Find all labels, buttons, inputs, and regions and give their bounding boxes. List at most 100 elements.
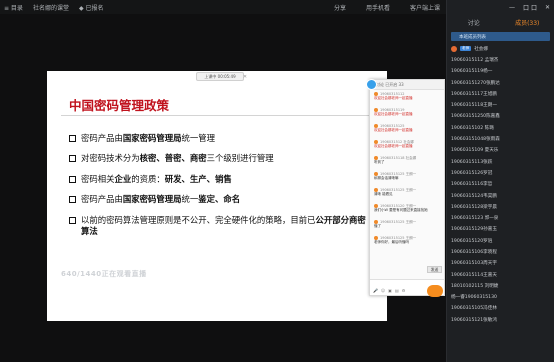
member-item[interactable]: 19060315106李晓程: [447, 246, 554, 257]
teacher-name: 社会娜: [474, 46, 488, 52]
chat-text: 听到了: [374, 160, 385, 165]
bullet-text: 国家密码管理局: [122, 194, 182, 205]
member-item[interactable]: 19060315103周天宇: [447, 258, 554, 269]
chat-message: 19060315112 欢迎社会娜老师一起直播: [374, 92, 442, 106]
client-class-button[interactable]: 客户端上课: [410, 3, 440, 12]
chat-message: 19060315125 王朗一 懂了: [374, 220, 442, 234]
slide-bullet: 对密码技术分为核密、普密、商密三个级别进行管理: [69, 153, 369, 164]
member-item[interactable]: 19060315119杨一: [447, 66, 554, 77]
member-item[interactable]: 19060315123 郭一泉: [447, 212, 554, 223]
teacher-badge: 老师: [460, 46, 472, 52]
microphone-icon[interactable]: 🎤: [373, 288, 378, 293]
slide-bullet: 密码产品由国家密码管理局统一管理: [69, 133, 369, 144]
live-status-control[interactable]: 上课中 00:05:49: [196, 72, 244, 81]
chat-message: 19060315125 欢迎社会娜老师一起直播: [374, 124, 442, 138]
chat-message: 19060315125 王朗一 私聊会话清晰嘛: [374, 172, 442, 186]
member-item[interactable]: 190603151270张鹏达: [447, 77, 554, 88]
member-item[interactable]: 19060315102 陈璐: [447, 122, 554, 133]
close-window-icon[interactable]: ✕: [545, 4, 550, 11]
bullet-text: 的资质：: [131, 173, 165, 184]
member-item[interactable]: 19060315129孙嘉玉: [447, 224, 554, 235]
bullet-text: 研发、生产、销售: [164, 173, 232, 184]
slide-bullet: 密码产品由国家密码管理局统一鉴定、命名: [69, 194, 369, 205]
close-icon[interactable]: ✕: [242, 74, 248, 80]
chat-text: 欢迎社会娜老师一起直播: [374, 144, 413, 149]
minimize-icon[interactable]: —: [509, 4, 515, 11]
mobile-watch-button[interactable]: 用手机看: [366, 3, 390, 12]
sidebar-tabs: 讨论 成员(33): [447, 14, 554, 30]
bullet-text: 统一管理: [181, 133, 216, 143]
member-item[interactable]: 19060315114王嘉天: [447, 269, 554, 280]
chat-message: 19060315119 欢迎社会娜老师一起直播: [374, 108, 442, 122]
app-window: ≡ 目录 社名娜的课堂 ◆ 已报名 分享 用手机看 客户端上课 中国密码管理政策…: [0, 0, 554, 362]
member-item[interactable]: 19060315117王旭鹏: [447, 88, 554, 99]
slide-bullet: 密码相关企业的资质：研发、生产、销售: [69, 174, 369, 185]
image-icon[interactable]: ▣: [388, 288, 392, 293]
bullet-text: 三个级别进行管理: [206, 153, 274, 164]
chat-text: 我们小W 要是有问题过来直接找她: [374, 208, 428, 213]
chat-messages: 19060315112 欢迎社会娜老师一起直播 19060315119 欢迎社会娜老师…: [370, 92, 444, 250]
member-item[interactable]: 19060315118王朗一: [447, 99, 554, 110]
bullet-text: 企业: [114, 173, 132, 184]
chat-avatar-icon[interactable]: [366, 79, 377, 90]
member-item[interactable]: 19060315126罗冠: [447, 167, 554, 178]
top-bar: ≡ 目录 社名娜的课堂 ◆ 已报名 分享 用手机看 客户端上课: [0, 0, 446, 14]
raise-hand-button[interactable]: [427, 285, 443, 297]
member-item[interactable]: 19060315105冯佳林: [447, 303, 554, 314]
enrolled-badge: ◆ 已报名: [78, 4, 104, 12]
restore-icon[interactable]: 口 口: [523, 3, 537, 12]
chat-message: 19060315125 王朗一 老师你好，最后听懂吗: [374, 236, 442, 250]
bullet-text: 以前的密码算法管理原则是不公开、完全硬件化的策略，目前已: [81, 214, 316, 225]
settings-icon[interactable]: ⚙: [402, 288, 406, 293]
member-list: 19060315112 孟瑞杰 19060315119杨一 190603151270…: [447, 54, 554, 325]
emoji-icon[interactable]: ☺: [381, 288, 385, 293]
bullet-text: 对密码技术分为: [81, 153, 140, 164]
member-item[interactable]: 19060315113张跃: [447, 156, 554, 167]
member-item[interactable]: 19060315112 孟瑞杰: [447, 54, 554, 65]
bullet-text: 鉴定、命名: [198, 194, 241, 205]
member-item[interactable]: 18010102115 刘明婕: [447, 280, 554, 291]
chat-panel: 讨论 已开启 33 19060315112 欢迎社会娜老师一起直播 19060315…: [369, 79, 445, 296]
member-list-notice: 本班成员列表: [451, 32, 550, 41]
member-item[interactable]: 190603151250陈嘉鑫: [447, 111, 554, 122]
member-item[interactable]: 19060315120罗逍: [447, 235, 554, 246]
chat-message: 1906031512 社会娜 欢迎社会娜老师一起直播: [374, 140, 442, 154]
sender-name: 19060315125 王朗一: [380, 220, 417, 224]
bullet-text: 国家密码管理局: [122, 133, 182, 143]
member-item[interactable]: 19060315116李哲: [447, 179, 554, 190]
bullet-text: 密码产品由: [81, 194, 123, 205]
avatar: [451, 45, 457, 52]
file-icon[interactable]: ▤: [395, 288, 399, 293]
chat-header: 讨论 已开启 33: [370, 80, 444, 90]
window-controls: — 口 口 ✕: [447, 0, 554, 14]
chat-text: 欢迎社会娜老师一起直播: [374, 96, 413, 101]
slide-divider: [61, 115, 375, 116]
right-sidebar: — 口 口 ✕ 讨论 成员(33) 本班成员列表 老师 社会娜 19060315…: [446, 0, 554, 362]
slide-title: 中国密码管理政策: [69, 98, 170, 113]
tab-discuss[interactable]: 讨论: [447, 18, 501, 27]
member-item[interactable]: 19060315121张敏鸿: [447, 314, 554, 325]
member-item[interactable]: 19060315128梁宇晨: [447, 201, 554, 212]
chat-text: 清晰 能看见: [374, 192, 393, 197]
chat-message: 19060315120 王朗一 我们小W 要是有问题过来直接找她: [374, 204, 442, 218]
member-item[interactable]: 19060315109 夏天乐: [447, 145, 554, 156]
teacher-item[interactable]: 老师 社会娜: [447, 43, 554, 54]
bullet-text: 核密、普密、商密: [139, 153, 207, 164]
chat-text: 懂了: [374, 224, 381, 229]
bullet-text: 统一: [181, 194, 199, 205]
member-item[interactable]: 杨一睿19060315130: [447, 292, 554, 303]
member-item[interactable]: 19060315124韦昊鹏: [447, 190, 554, 201]
presentation-slide: 中国密码管理政策 密码产品由国家密码管理局统一管理 对密码技术分为核密、普密、商密…: [47, 71, 387, 321]
share-button[interactable]: 分享: [334, 3, 346, 12]
sender-name: 19060315118 社会娜: [380, 156, 417, 160]
chat-text: 欢迎社会娜老师一起直播: [374, 112, 413, 117]
send-button[interactable]: 发送: [427, 266, 442, 273]
bullet-text: 密码产品由: [81, 133, 123, 143]
catalog-button[interactable]: ≡ 目录: [4, 3, 23, 12]
member-item[interactable]: 190603151048张雨森: [447, 133, 554, 144]
chat-text: 欢迎社会娜老师一起直播: [374, 128, 413, 133]
course-title: 社名娜的课堂: [32, 4, 69, 12]
slide-bullet: 以前的密码算法管理原则是不公开、完全硬件化的策略，目前已公开部分商密算法: [69, 215, 369, 237]
slide-bullets: 密码产品由国家密码管理局统一管理 对密码技术分为核密、普密、商密三个级别进行管理密…: [69, 133, 369, 246]
tab-members[interactable]: 成员(33): [501, 18, 554, 27]
